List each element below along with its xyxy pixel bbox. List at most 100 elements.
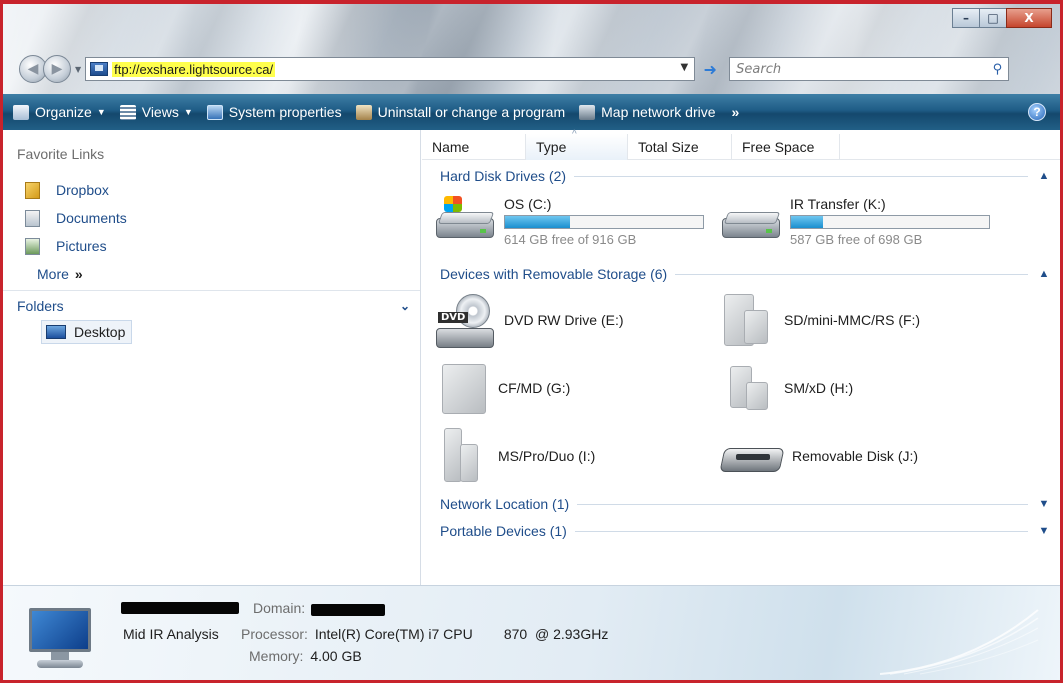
collapse-icon[interactable]: ▲ <box>1038 170 1050 182</box>
drive-item-k[interactable]: IR Transfer (K:) 587 GB free of 698 GB <box>722 196 990 247</box>
expand-icon[interactable]: ▼ <box>1038 498 1050 510</box>
drive-item-c[interactable]: OS (C:) 614 GB free of 916 GB <box>436 196 704 247</box>
favorite-link-label: Dropbox <box>56 182 109 198</box>
system-properties-icon <box>206 104 223 120</box>
hard-drive-icon <box>436 196 495 238</box>
dvd-drive-icon: DVD <box>436 294 494 350</box>
processor-value: Intel(R) Core(TM) i7 CPU 870 @ 2.93GHz <box>314 626 609 642</box>
removable-disk-icon <box>719 440 785 476</box>
dvd-label: DVD <box>438 312 469 323</box>
organize-button[interactable]: Organize ▼ <box>13 104 106 120</box>
close-button[interactable]: X <box>1006 8 1052 28</box>
hard-drive-icon <box>722 204 781 238</box>
content-pane: Name Type Total Size Free Space Hard Dis… <box>422 129 1060 585</box>
cf-card-icon <box>436 362 488 418</box>
group-divider <box>577 503 1028 505</box>
views-label: Views <box>141 104 179 120</box>
dropbox-folder-icon <box>25 181 40 199</box>
device-item-sm[interactable]: SM/xD (H:) <box>722 362 853 418</box>
redaction-bar <box>121 602 239 614</box>
computer-name: Mid IR Analysis <box>123 626 219 642</box>
favorite-link-documents[interactable]: Documents <box>25 204 127 232</box>
drive-free-space: 587 GB free of 698 GB <box>790 232 923 247</box>
navigation-pane: Favorite Links Dropbox Documents Picture… <box>3 130 421 585</box>
address-text[interactable]: ftp://exshare.lightsource.ca/ <box>112 61 276 77</box>
device-item-sd[interactable]: SD/mini-MMC/RS (F:) <box>722 294 920 350</box>
pictures-icon <box>25 237 40 255</box>
memory-value: 4.00 GB <box>310 648 362 664</box>
group-hard-disk-drives[interactable]: Hard Disk Drives (2) ▲ <box>440 168 1050 184</box>
map-network-drive-button[interactable]: Map network drive <box>579 104 716 120</box>
address-bar[interactable]: ftp://exshare.lightsource.ca/ ▼ <box>85 57 696 81</box>
memory-label: Memory: <box>249 648 304 664</box>
computer-icon <box>23 608 99 670</box>
device-name: SD/mini-MMC/RS (F:) <box>784 312 921 328</box>
uninstall-icon <box>355 104 372 120</box>
device-item-removable-disk[interactable]: Removable Disk (J:) <box>719 428 918 476</box>
drive-free-space: 614 GB free of 916 GB <box>504 232 637 247</box>
minimize-button[interactable]: – <box>952 8 980 28</box>
chevron-down-icon: ▼ <box>183 107 193 117</box>
column-header-type[interactable]: Type <box>526 129 628 160</box>
device-name: SM/xD (H:) <box>784 380 854 396</box>
group-removable-storage[interactable]: Devices with Removable Storage (6) ▲ <box>440 266 1050 282</box>
recent-pages-dropdown[interactable]: ▼ <box>75 65 81 74</box>
device-item-cf[interactable]: CF/MD (G:) <box>436 362 570 418</box>
group-portable-devices[interactable]: Portable Devices (1) ▼ <box>440 523 1050 539</box>
forward-button[interactable]: ▶ <box>43 55 71 83</box>
search-icon[interactable]: ⚲ <box>993 62 1003 77</box>
navigation-row: ◀ ▶ ▼ ftp://exshare.lightsource.ca/ ▼ ➜ … <box>19 54 1049 84</box>
more-links-label: More <box>37 266 69 282</box>
favorite-links-title: Favorite Links <box>17 146 105 162</box>
device-item-ms[interactable]: MS/Pro/Duo (I:) <box>436 428 595 484</box>
chevron-down-icon[interactable]: ⌄ <box>400 299 410 313</box>
views-button[interactable]: Views ▼ <box>119 104 193 120</box>
go-button[interactable]: ➜ <box>697 57 723 81</box>
maximize-button[interactable]: □ <box>979 8 1007 28</box>
device-item-dvd[interactable]: DVD DVD RW Drive (E:) <box>436 294 624 350</box>
organize-icon <box>13 104 29 120</box>
processor-label: Processor: <box>241 626 308 642</box>
more-links-button[interactable]: More » <box>3 260 127 288</box>
column-headers: Name Type Total Size Free Space <box>422 129 1060 160</box>
more-commands-button[interactable]: » <box>732 104 740 120</box>
system-properties-button[interactable]: System properties <box>206 104 342 120</box>
computer-location-icon <box>90 62 109 76</box>
favorite-link-pictures[interactable]: Pictures <box>25 232 127 260</box>
group-label: Network Location (1) <box>440 496 570 512</box>
map-network-drive-label: Map network drive <box>601 104 716 120</box>
drive-name: IR Transfer (K:) <box>790 196 886 212</box>
folders-title: Folders <box>17 297 64 314</box>
folders-header[interactable]: Folders ⌄ <box>3 290 420 320</box>
group-divider <box>675 273 1028 275</box>
desktop-icon <box>46 325 66 339</box>
search-box[interactable]: Search ⚲ <box>729 57 1010 81</box>
sm-card-icon <box>722 362 774 418</box>
drive-usage-bar <box>504 215 704 229</box>
expand-icon[interactable]: ▼ <box>1038 525 1050 537</box>
group-label: Hard Disk Drives (2) <box>440 168 567 184</box>
column-header-total-size[interactable]: Total Size <box>628 134 732 160</box>
favorite-link-dropbox[interactable]: Dropbox <box>25 176 127 204</box>
sd-card-icon <box>722 294 774 350</box>
back-arrow-icon: ◀ <box>27 61 39 77</box>
folder-tree-desktop[interactable]: Desktop <box>41 320 133 344</box>
uninstall-program-button[interactable]: Uninstall or change a program <box>355 104 565 120</box>
help-button[interactable]: ? <box>1028 103 1046 121</box>
drive-name: OS (C:) <box>504 196 552 212</box>
column-header-free-space[interactable]: Free Space <box>732 134 840 160</box>
decorative-swoosh <box>880 609 1039 675</box>
search-input[interactable]: Search <box>736 62 781 77</box>
address-dropdown-icon[interactable]: ▼ <box>680 62 688 73</box>
group-network-location[interactable]: Network Location (1) ▼ <box>440 496 1050 512</box>
favorite-link-label: Pictures <box>56 238 107 254</box>
drive-usage-bar <box>790 215 990 229</box>
collapse-icon[interactable]: ▲ <box>1038 268 1050 280</box>
device-name: MS/Pro/Duo (I:) <box>498 448 596 464</box>
memory-row: Memory: 4.00 GB <box>249 648 362 664</box>
windows-logo-icon <box>444 196 462 212</box>
go-arrow-icon: ➜ <box>703 59 717 79</box>
column-header-name[interactable]: Name <box>422 134 526 160</box>
redaction-bar <box>311 604 385 616</box>
device-name: CF/MD (G:) <box>498 380 571 396</box>
